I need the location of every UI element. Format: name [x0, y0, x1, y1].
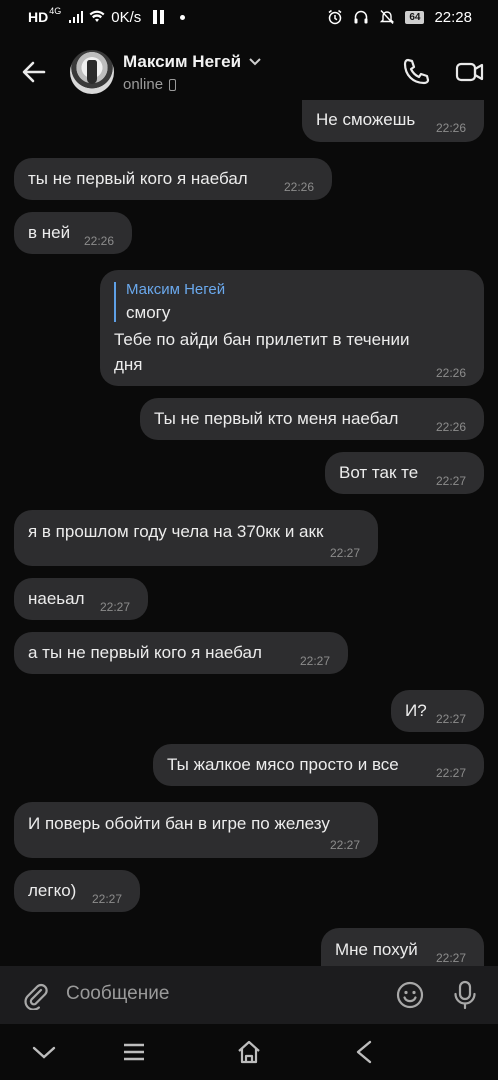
- home-icon[interactable]: [235, 1038, 263, 1066]
- chevron-down-icon[interactable]: [30, 1038, 58, 1066]
- message-text: наеьал: [28, 589, 85, 608]
- video-camera-icon[interactable]: [454, 56, 486, 88]
- signal-icon: [69, 11, 84, 23]
- smiley-icon[interactable]: [395, 980, 425, 1010]
- contact-name[interactable]: Максим Негей: [123, 52, 261, 72]
- message-time: 22:27: [330, 838, 361, 852]
- menu-icon[interactable]: [120, 1038, 148, 1066]
- message-text: Ты не первый кто меня наебал: [154, 409, 399, 428]
- system-navigation-bar: [0, 1024, 498, 1080]
- pause-icon: [153, 10, 165, 24]
- message-time: 22:27: [100, 600, 131, 614]
- message-time: 22:26: [436, 366, 467, 380]
- avatar[interactable]: [70, 50, 114, 94]
- reply-author: Максим Негей: [126, 281, 226, 298]
- phone-icon[interactable]: [400, 56, 432, 88]
- message-text: И?: [405, 701, 427, 720]
- chevron-down-icon: [249, 58, 261, 66]
- message-incoming[interactable]: а ты не первый кого я наебал 22:27: [14, 632, 348, 674]
- message-time: 22:27: [300, 654, 331, 668]
- message-incoming[interactable]: легко) 22:27: [14, 870, 140, 912]
- message-time: 22:27: [92, 892, 123, 906]
- message-time: 22:26: [436, 420, 467, 434]
- message-composer: Сообщение: [0, 966, 498, 1024]
- mute-bell-icon: [380, 10, 395, 24]
- message-text: И поверь обойти бан в игре по железу: [28, 814, 330, 833]
- message-text: Ты жалкое мясо просто и все: [167, 755, 399, 774]
- microphone-icon[interactable]: [452, 980, 478, 1010]
- mobile-device-icon: [169, 78, 177, 91]
- message-time: 22:27: [436, 766, 467, 780]
- message-incoming[interactable]: И поверь обойти бан в игре по железу 22:…: [14, 802, 378, 858]
- message-text: а ты не первый кого я наебал: [28, 643, 262, 662]
- headphones-icon: [354, 10, 368, 24]
- arrow-left-icon[interactable]: [20, 58, 48, 86]
- message-text: Не сможешь: [316, 110, 416, 129]
- reply-accent-bar: [114, 282, 116, 322]
- network-generation: 4G: [49, 6, 62, 16]
- message-outgoing[interactable]: Ты жалкое мясо просто и все 22:27: [153, 744, 484, 786]
- contact-name-label: Максим Негей: [123, 52, 242, 71]
- message-incoming[interactable]: в ней 22:26: [14, 212, 132, 254]
- message-time: 22:26: [284, 180, 315, 194]
- clock: 22:28: [434, 8, 472, 26]
- message-time: 22:27: [436, 474, 467, 488]
- message-outgoing-reply[interactable]: Максим Негей смогу Тебе по айди бан прил…: [100, 270, 484, 386]
- notification-dot: [180, 14, 186, 20]
- message-text: в ней: [28, 223, 71, 242]
- message-time: 22:26: [84, 234, 115, 248]
- message-time: 22:27: [436, 951, 467, 965]
- online-status: online: [123, 76, 164, 93]
- message-outgoing[interactable]: Не сможешь 22:26: [302, 100, 484, 142]
- chat-header: Максим Негей online: [0, 34, 498, 110]
- message-incoming[interactable]: наеьал 22:27: [14, 578, 148, 620]
- battery-indicator: 64: [405, 10, 425, 24]
- message-incoming[interactable]: ты не первый кого я наебал 22:26: [14, 158, 332, 200]
- message-text: я в прошлом году чела на 370кк и акк: [28, 522, 324, 541]
- alarm-icon: [328, 9, 342, 25]
- message-outgoing[interactable]: И? 22:27: [391, 690, 484, 732]
- message-text: Вот так те: [339, 463, 419, 482]
- contact-status: online: [123, 76, 177, 93]
- message-text-line: Тебе по айди бан прилетит в течении: [114, 330, 410, 349]
- status-bar: HD 4G 0K/s 64 22:28: [0, 0, 498, 34]
- back-triangle-icon[interactable]: [350, 1038, 378, 1066]
- paperclip-icon[interactable]: [20, 980, 50, 1010]
- message-outgoing[interactable]: Ты не первый кто меня наебал 22:26: [140, 398, 484, 440]
- network-type: HD: [28, 9, 49, 25]
- wifi-icon: [89, 10, 105, 22]
- network-speed: 0K/s: [111, 8, 142, 26]
- message-text: ты не первый кого я наебал: [28, 169, 248, 188]
- message-text-line: дня: [114, 355, 143, 374]
- message-outgoing[interactable]: Вот так те 22:27: [325, 452, 484, 494]
- message-input[interactable]: Сообщение: [66, 983, 169, 1005]
- message-text: Мне похуй: [335, 940, 418, 959]
- message-time: 22:26: [436, 121, 467, 135]
- message-time: 22:27: [436, 712, 467, 726]
- reply-quote: смогу: [126, 303, 171, 322]
- message-text: легко): [28, 881, 77, 900]
- message-time: 22:27: [330, 546, 361, 560]
- message-incoming[interactable]: я в прошлом году чела на 370кк и акк 22:…: [14, 510, 378, 566]
